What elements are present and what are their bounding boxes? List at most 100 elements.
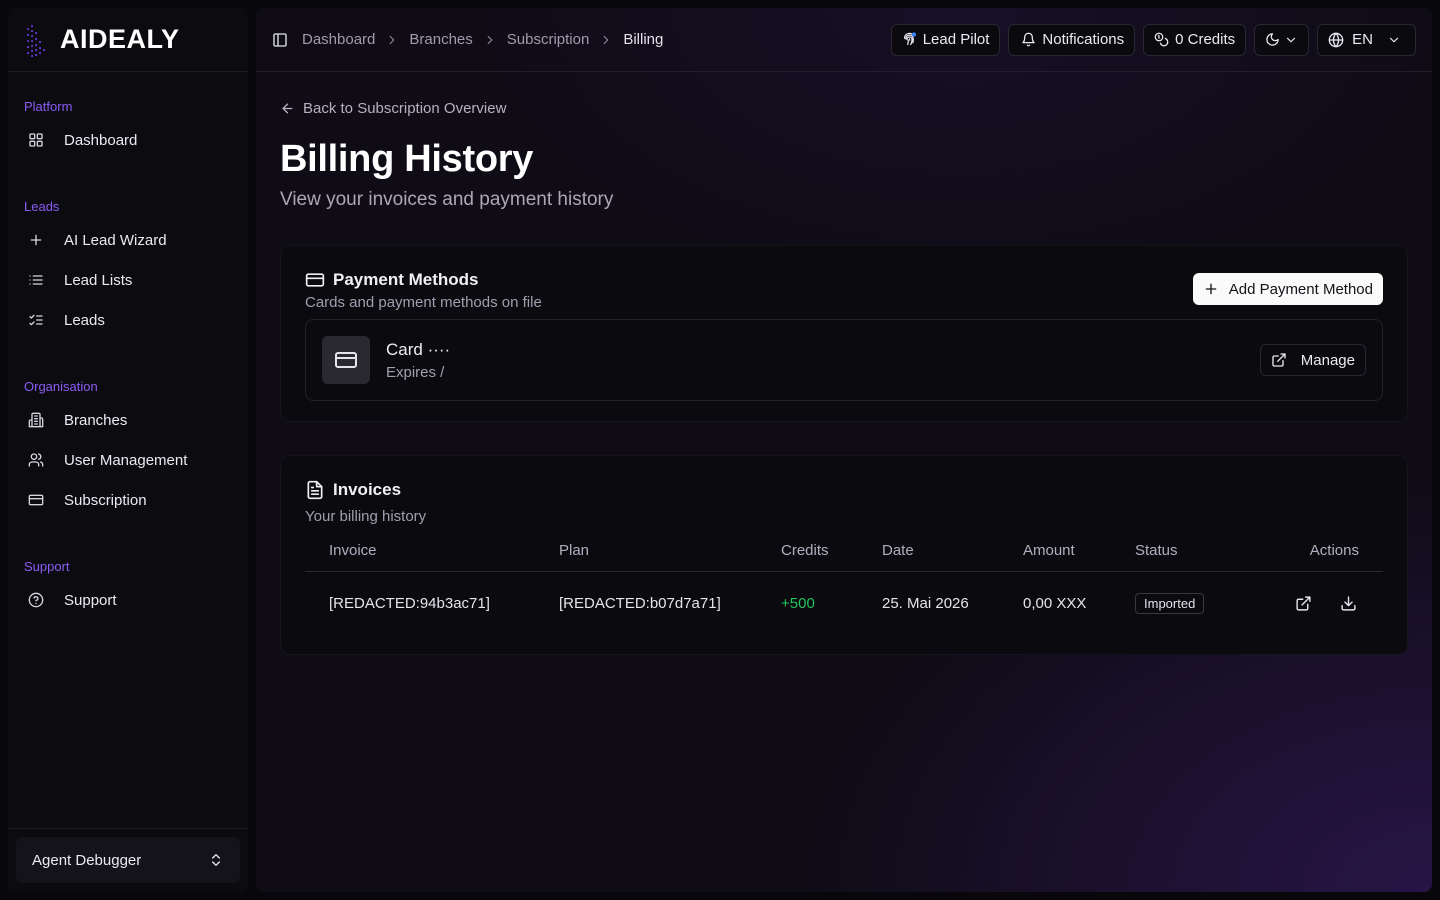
column-header-plan: Plan [535, 531, 757, 572]
external-link-icon [1296, 596, 1311, 611]
nav-group-support: Support Support [8, 548, 248, 620]
list-icon [29, 275, 43, 285]
column-header-amount: Amount [999, 531, 1111, 572]
download-invoice-button[interactable] [1340, 595, 1357, 612]
chevrons-up-down-icon [212, 854, 220, 866]
sidebar-item-label: Support [64, 591, 117, 609]
coins-icon [1154, 32, 1169, 47]
notifications-label: Notifications [1042, 31, 1125, 48]
sidebar-item-label: AI Lead Wizard [64, 231, 167, 249]
page-title: Billing History [280, 138, 534, 180]
nav-group-label: Leads [24, 199, 60, 214]
invoice-id: [REDACTED:94b3ac71] [329, 594, 490, 612]
nav-group-organisation: Organisation Branches User Management Su… [8, 368, 248, 520]
globe-icon [1328, 32, 1344, 47]
credits-button[interactable]: 0 Credits [1143, 23, 1247, 56]
invoice-plan: [REDACTED:b07d7a71] [559, 594, 721, 612]
invoice-actions [1274, 595, 1359, 612]
add-payment-method-label: Add Payment Method [1228, 280, 1373, 298]
moon-icon [1266, 33, 1279, 46]
sidebar-item-leads[interactable]: Leads [16, 300, 240, 340]
topbar: Dashboard Branches Subscription Billing … [256, 8, 1432, 72]
chevron-right-icon [603, 35, 609, 44]
account-switcher[interactable]: Agent Debugger [16, 837, 240, 883]
back-link[interactable]: Back to Subscription Overview [280, 98, 1408, 118]
main-panel: Dashboard Branches Subscription Billing … [256, 8, 1432, 892]
sidebar-item-dashboard[interactable]: Dashboard [16, 120, 240, 160]
add-payment-method-button[interactable]: Add Payment Method [1192, 273, 1383, 305]
sidebar-toggle-button[interactable] [272, 32, 288, 48]
bell-icon [1022, 32, 1036, 47]
column-header-credits: Credits [757, 531, 858, 572]
column-header-status: Status [1111, 531, 1251, 572]
sidebar: AIDEALY Platform Dashboard Leads AI Lead… [8, 8, 248, 892]
topbar-actions: Lead Pilot Notifications 0 Credits EN [890, 23, 1416, 56]
credits-label: 0 Credits [1175, 31, 1236, 48]
sidebar-item-label: Dashboard [64, 131, 138, 149]
back-link-label: Back to Subscription Overview [303, 99, 507, 117]
theme-toggle-button[interactable] [1254, 23, 1310, 56]
invoice-actions-cell [1250, 571, 1383, 635]
invoices-title-text: Invoices [333, 480, 402, 499]
plus-icon [1205, 283, 1217, 295]
nav-group-label: Support [24, 559, 70, 574]
building-icon [28, 412, 44, 428]
file-text-icon [307, 480, 323, 500]
sidebar-item-ai-lead-wizard[interactable]: AI Lead Wizard [16, 220, 240, 260]
invoice-amount: 0,00 XXX [1023, 594, 1087, 612]
chevron-down-icon [1287, 37, 1296, 42]
help-circle-icon [28, 592, 44, 608]
logo[interactable]: AIDEALY [8, 8, 248, 72]
table-header-row: Invoice Plan Credits Date Amount Status … [305, 531, 1383, 572]
manage-payment-button[interactable]: Manage [1259, 344, 1366, 376]
language-select[interactable]: EN [1317, 23, 1416, 56]
invoices-title: Invoices [305, 480, 1383, 500]
sidebar-footer: Agent Debugger [8, 828, 248, 892]
sidebar-item-subscription[interactable]: Subscription [16, 480, 240, 520]
nav-group-label: Platform [24, 99, 73, 114]
logo-mark-icon [27, 24, 45, 57]
language-label: EN [1352, 31, 1373, 48]
breadcrumb-branches[interactable]: Branches [409, 31, 472, 48]
manage-payment-label: Manage [1300, 351, 1355, 369]
grid-icon [29, 133, 43, 147]
invoice-status-cell: Imported [1111, 571, 1250, 635]
payment-method-row: Card ···· Expires / Manage [305, 319, 1383, 401]
payment-method-expiry: Expires / [386, 363, 445, 381]
notifications-button[interactable]: Notifications [1008, 23, 1136, 56]
payment-method-details: Card ···· Expires / [386, 340, 450, 381]
breadcrumb: Dashboard Branches Subscription Billing [302, 31, 663, 48]
invoices-subtitle: Your billing history [305, 508, 427, 525]
arrow-left-icon [282, 103, 293, 113]
sidebar-item-lead-lists[interactable]: Lead Lists [16, 260, 240, 300]
sidebar-item-label: Subscription [64, 491, 147, 509]
nav-group-leads: Leads AI Lead Wizard Lead Lists Leads [8, 188, 248, 340]
sidebar-item-user-management[interactable]: User Management [16, 440, 240, 480]
plus-icon [30, 234, 42, 246]
payment-method-name: Card ···· [386, 339, 451, 359]
payment-methods-card: Payment Methods Cards and payment method… [280, 245, 1408, 422]
open-invoice-button[interactable] [1295, 595, 1312, 612]
column-header-actions: Actions [1250, 531, 1383, 572]
credit-card-icon [28, 494, 44, 506]
nav-group-label: Organisation [24, 379, 98, 394]
breadcrumb-subscription[interactable]: Subscription [507, 31, 590, 48]
download-icon [1341, 596, 1356, 611]
users-icon [28, 453, 44, 467]
lead-pilot-label: Lead Pilot [922, 31, 990, 48]
lead-pilot-button[interactable]: Lead Pilot [890, 23, 1001, 56]
invoice-credits: +500 [781, 594, 815, 612]
sidebar-item-label: Lead Lists [64, 271, 133, 289]
breadcrumb-dashboard[interactable]: Dashboard [302, 31, 375, 48]
page-content: Back to Subscription Overview Billing Hi… [256, 72, 1432, 655]
status-badge: Imported [1135, 592, 1205, 614]
sidebar-item-branches[interactable]: Branches [16, 400, 240, 440]
panel-left-icon [273, 32, 287, 47]
account-name: Agent Debugger [32, 851, 142, 869]
payment-methods-title-text: Payment Methods [333, 270, 479, 289]
table-row: [REDACTED:94b3ac71] [REDACTED:b07d7a71] … [305, 571, 1383, 635]
column-header-date: Date [858, 531, 999, 572]
sidebar-item-support[interactable]: Support [16, 580, 240, 620]
fingerprint-icon [903, 32, 916, 46]
page-subtitle: View your invoices and payment history [280, 189, 614, 210]
